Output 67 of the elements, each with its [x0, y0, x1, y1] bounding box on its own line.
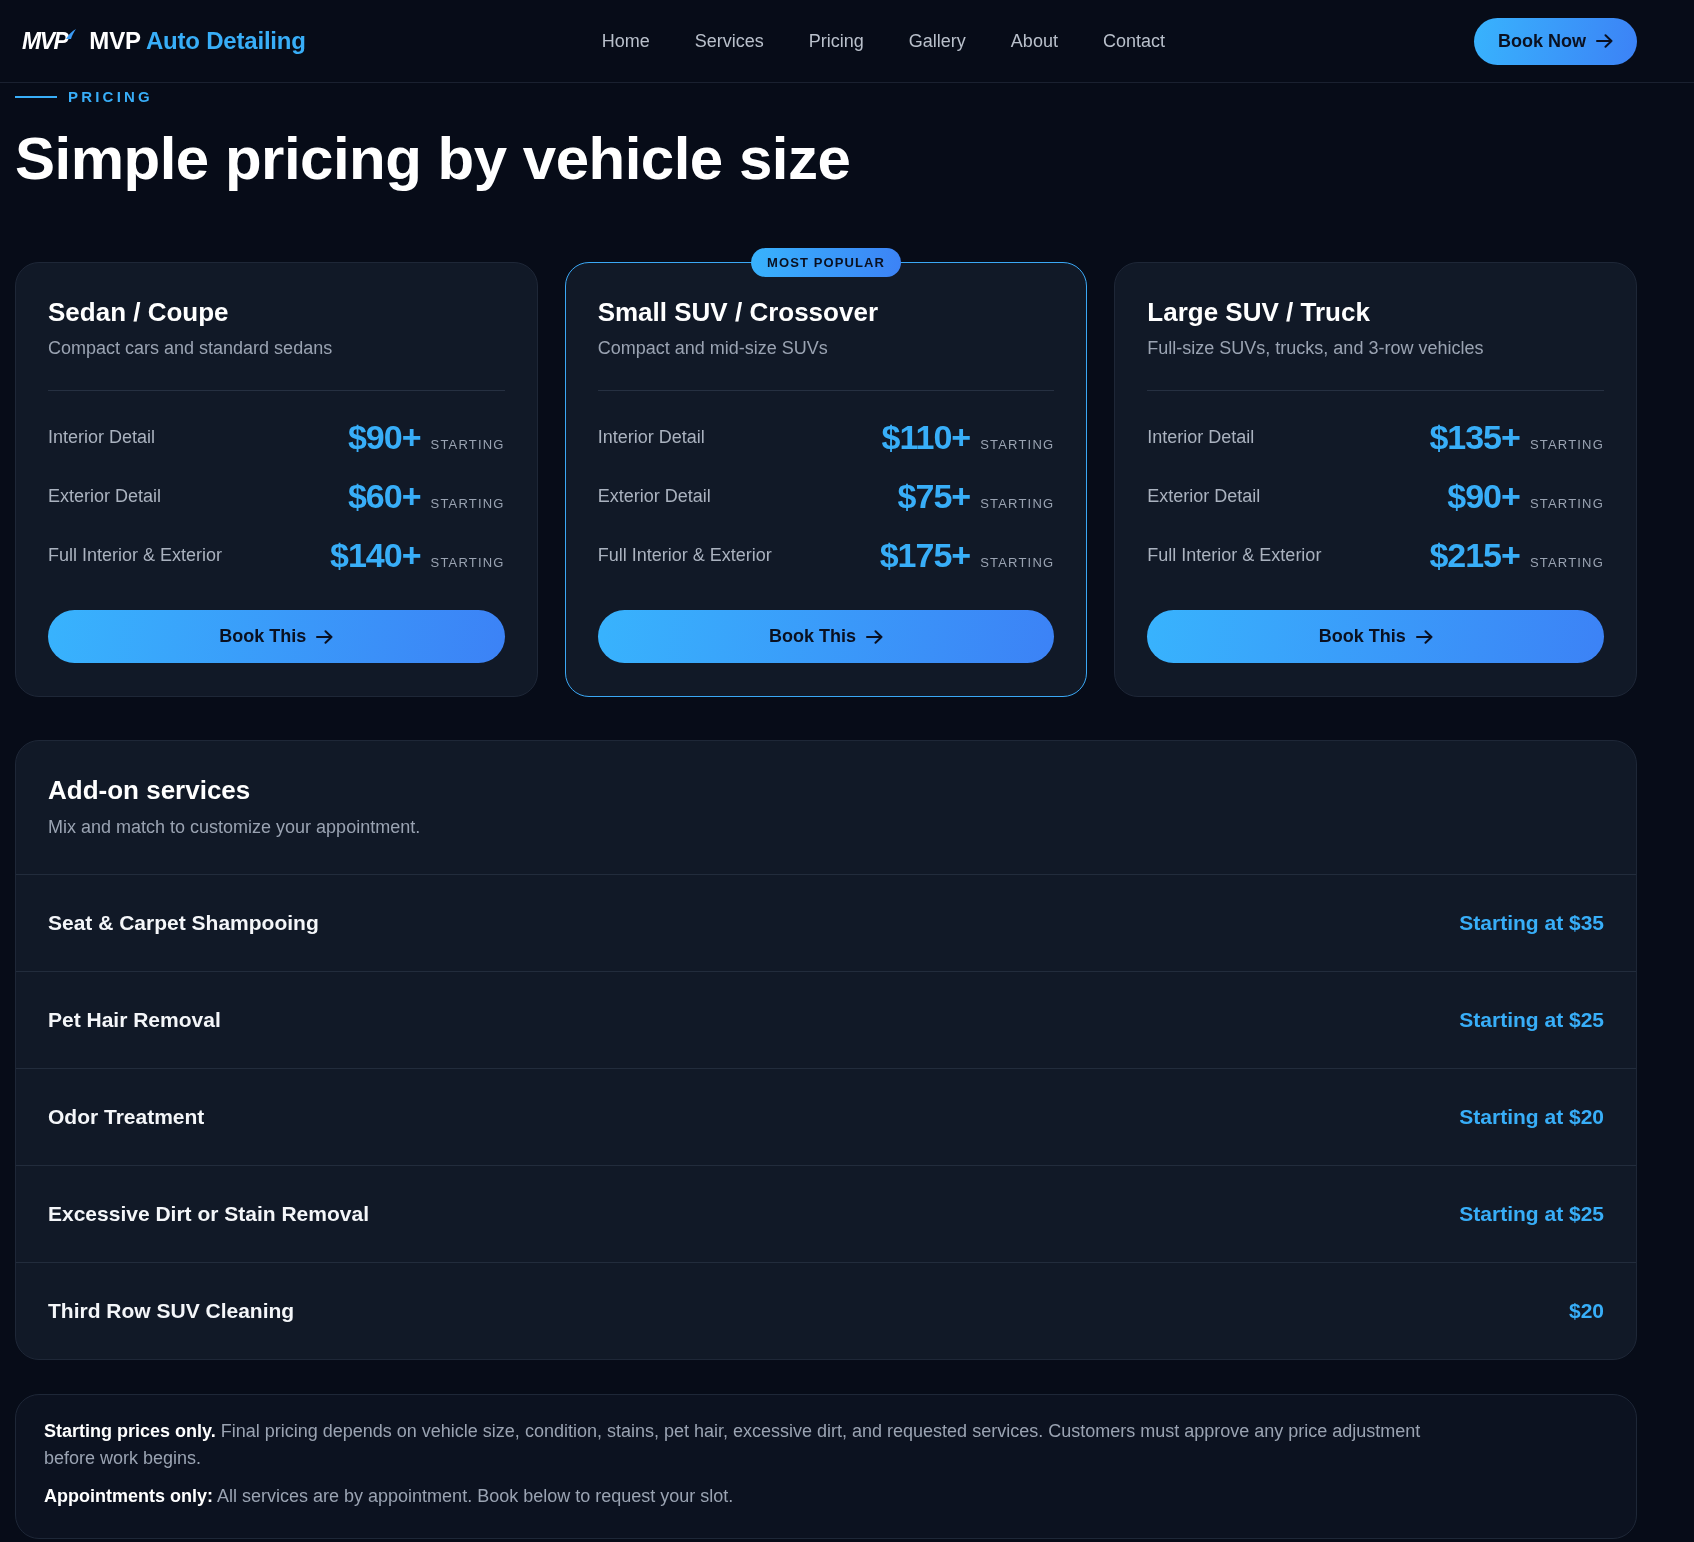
arrow-right-icon [316, 629, 334, 644]
service-label: Exterior Detail [597, 485, 711, 508]
popular-badge: MOST POPULAR [751, 248, 901, 277]
nav-link[interactable]: Gallery [908, 27, 966, 55]
plan-title: Small SUV / Crossover [597, 297, 879, 328]
price-amount: $135+ [1429, 420, 1520, 455]
plan-subtitle: Compact cars and standard sedans [48, 337, 334, 360]
brand-name[interactable]: MVP Auto Detailing [89, 23, 306, 59]
addon-price: Starting at $35 [1459, 910, 1604, 937]
service-label: Full Interior & Exterior [48, 544, 223, 567]
service-label: Interior Detail [48, 426, 156, 449]
nav-link[interactable]: About [1010, 27, 1058, 55]
section-eyebrow: PRICING [68, 89, 153, 105]
addons-subtitle: Mix and match to customize your appointment. [48, 816, 422, 839]
arrow-right-icon [1596, 34, 1613, 48]
addon-price: Starting at $25 [1459, 1201, 1604, 1228]
price-note: STARTING [1529, 554, 1604, 573]
book-this-button[interactable]: Book This [1147, 610, 1604, 663]
service-label: Exterior Detail [1147, 485, 1261, 508]
price-amount: $60+ [347, 479, 421, 514]
service-label: Interior Detail [1147, 426, 1255, 449]
addon-name: Seat & Carpet Shampooing [48, 910, 319, 937]
nav-link[interactable]: Contact [1102, 27, 1165, 55]
plan-subtitle: Compact and mid-size SUVs [597, 337, 829, 360]
price-amount: $110+ [881, 420, 971, 455]
price-note: STARTING [980, 436, 1055, 455]
price-amount: $175+ [879, 538, 971, 573]
nav-link[interactable]: Services [694, 27, 764, 55]
note-text: Starting prices only. Final pricing depends on vehicle size, condition, stains, pet hair, excessive dirt, and requested services. Customers must approve any price adjustment before work begins. [44, 1420, 1422, 1470]
plan-title: Sedan / Coupe [48, 297, 230, 328]
service-label: Exterior Detail [48, 485, 162, 508]
price-amount: $90+ [1447, 479, 1520, 514]
price-note: STARTING [430, 495, 505, 514]
arrow-right-icon [1415, 629, 1433, 644]
price-amount: $215+ [1429, 538, 1520, 573]
plan-title: Large SUV / Truck [1147, 297, 1371, 328]
addon-name: Excessive Dirt or Stain Removal [48, 1201, 369, 1228]
accent-line [15, 96, 57, 98]
price-note: STARTING [980, 495, 1055, 514]
nav-link[interactable]: Pricing [808, 27, 864, 55]
price-amount: $90+ [347, 420, 421, 455]
price-amount: $75+ [897, 479, 971, 514]
service-label: Full Interior & Exterior [1147, 544, 1322, 567]
note-text: Appointments only: All services are by appointment. Book below to request your slot. [44, 1485, 735, 1508]
addons-title: Add-on services [48, 775, 252, 806]
service-label: Full Interior & Exterior [597, 544, 772, 567]
addon-price: Starting at $20 [1459, 1104, 1604, 1131]
price-note: STARTING [430, 554, 505, 573]
addon-name: Pet Hair Removal [48, 1007, 221, 1034]
arrow-right-icon [866, 629, 883, 644]
plan-subtitle: Full-size SUVs, trucks, and 3-row vehicles [1147, 337, 1485, 360]
price-note: STARTING [1529, 495, 1604, 514]
section-heading: Simple pricing by vehicle size [15, 125, 852, 193]
book-this-button[interactable]: Book This [48, 610, 505, 663]
logo-mark[interactable]: MVP [22, 29, 68, 53]
price-amount: $140+ [330, 538, 421, 573]
price-note: STARTING [430, 436, 505, 455]
addon-price: Starting at $25 [1459, 1007, 1604, 1034]
addon-price: $20 [1568, 1298, 1604, 1325]
price-note: STARTING [1529, 436, 1604, 455]
service-label: Interior Detail [597, 426, 705, 449]
book-now-button[interactable]: Book Now [1474, 17, 1637, 65]
addon-name: Odor Treatment [48, 1104, 205, 1131]
nav-link[interactable]: Home [601, 27, 650, 55]
price-note: STARTING [980, 554, 1055, 573]
book-this-button[interactable]: Book This [597, 610, 1055, 663]
addon-name: Third Row SUV Cleaning [48, 1298, 295, 1325]
